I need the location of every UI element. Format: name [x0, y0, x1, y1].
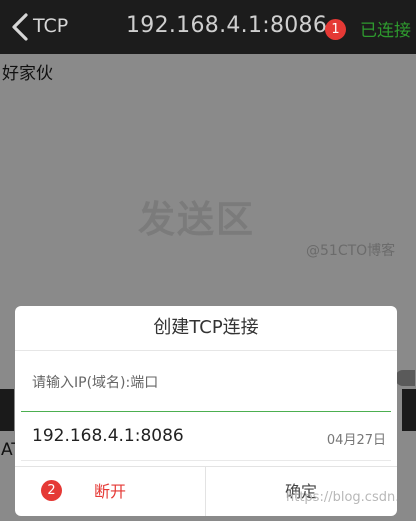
annotation-badge-2: 2	[41, 480, 62, 501]
divider	[15, 350, 397, 351]
send-area-label: 发送区	[138, 198, 255, 241]
received-text: 好家伙	[2, 64, 53, 84]
annotation-badge-1: 1	[325, 19, 346, 40]
watermark: @51CTO博客	[306, 243, 396, 259]
underlying-bar-right	[402, 389, 416, 431]
page-title: 192.168.4.1:8086	[126, 13, 328, 38]
divider	[21, 460, 391, 461]
back-button[interactable]	[6, 11, 34, 43]
recent-address: 192.168.4.1:8086	[32, 426, 184, 446]
tcp-connect-dialog: 创建TCP连接 请输入IP(域名):端口 192.168.4.1:8086 04…	[15, 306, 397, 516]
underlying-bar-left	[0, 389, 14, 431]
side-chip	[395, 370, 415, 386]
dialog-title: 创建TCP连接	[153, 317, 259, 338]
back-label[interactable]: TCP	[33, 15, 68, 37]
recent-connection-item[interactable]: 192.168.4.1:8086 04月27日	[15, 416, 397, 460]
top-bar: TCP 192.168.4.1:8086 1 已连接	[0, 0, 416, 54]
chevron-left-icon	[12, 13, 28, 41]
connection-status[interactable]: 已连接	[360, 16, 411, 41]
watermark: https://blog.csdn.n @51CTO博客	[286, 490, 397, 505]
input-underline	[21, 411, 391, 412]
recent-date: 04月27日	[326, 433, 386, 448]
ip-port-input[interactable]: 请输入IP(域名):端口	[32, 372, 158, 392]
